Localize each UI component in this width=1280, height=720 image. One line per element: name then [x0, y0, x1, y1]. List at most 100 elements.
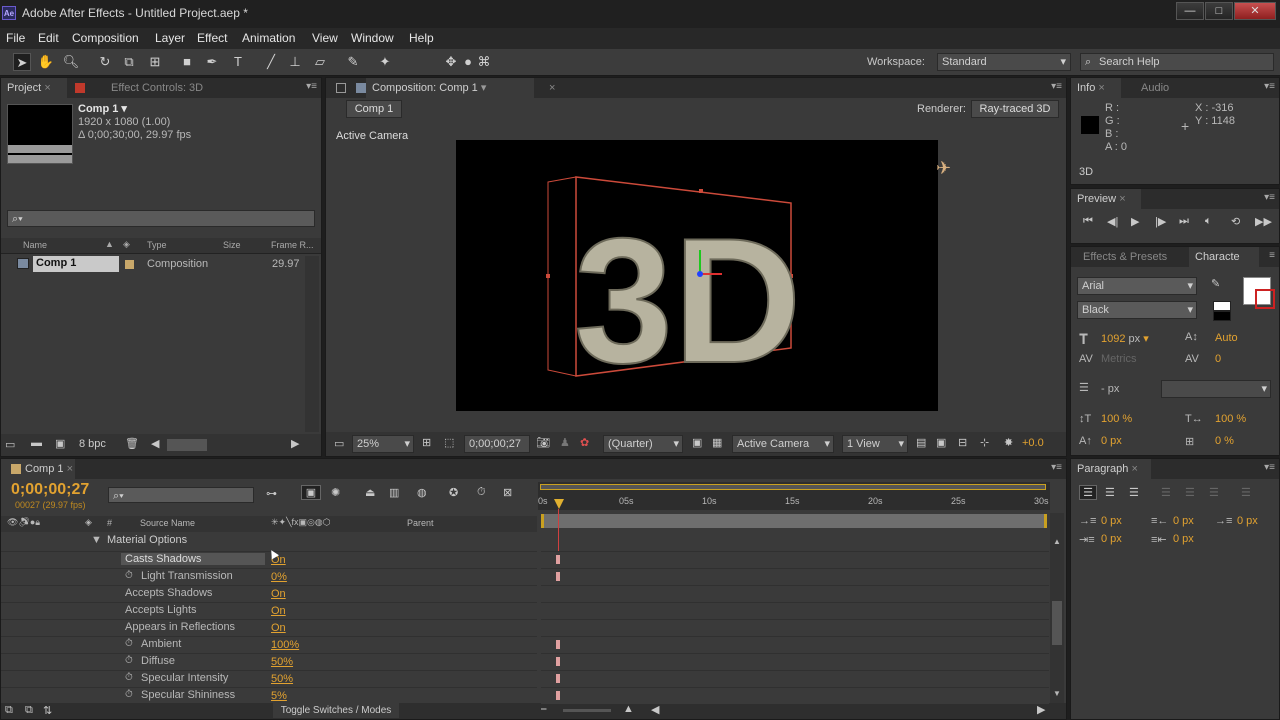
tab-effect-controls[interactable]: Effect Controls: 3D [105, 78, 203, 98]
property-row[interactable]: Accepts Lights On [1, 602, 537, 619]
property-value[interactable]: On [271, 622, 286, 634]
project-hscroll-thumb[interactable] [167, 439, 207, 451]
col-source-name[interactable]: Source Name [140, 518, 195, 528]
property-track[interactable] [541, 585, 1049, 602]
keyframe-icon[interactable] [556, 572, 560, 581]
tab-info[interactable]: Info × [1071, 78, 1121, 98]
panel-menu-icon[interactable]: ▾≡ [1264, 81, 1275, 92]
type-tool-icon[interactable]: T [229, 53, 247, 71]
layer-duration-bar[interactable] [541, 514, 1047, 528]
indent-right-value[interactable]: 0 px [1173, 515, 1194, 527]
property-value[interactable]: 0% [271, 571, 287, 583]
stopwatch-icon[interactable]: ⏱ [125, 638, 133, 649]
rectangle-tool-icon[interactable]: ■ [178, 53, 196, 71]
workspace-select[interactable]: Standard ▾ [937, 53, 1071, 71]
property-track[interactable] [541, 568, 1049, 585]
material-options-group[interactable]: Material Options [107, 534, 187, 546]
col-frame-rate[interactable]: Frame R... [271, 240, 314, 250]
tab-project[interactable]: Project × [1, 78, 67, 98]
project-item-name[interactable]: Comp 1 [33, 256, 119, 272]
property-track[interactable] [541, 551, 1049, 568]
font-family-select[interactable]: Arial ▾ [1077, 277, 1197, 295]
property-track[interactable] [541, 653, 1049, 670]
timeline-icon[interactable]: ⊟ [958, 436, 967, 449]
justify-last-left-icon[interactable]: ☰ [1161, 486, 1171, 499]
tab-audio[interactable]: Audio [1135, 78, 1169, 98]
property-value[interactable]: On [271, 605, 286, 617]
space-before-value[interactable]: 0 px [1101, 533, 1122, 545]
local-axis-icon[interactable]: ✥ [442, 53, 460, 71]
toggle-pixel-aspect-icon[interactable]: ▤ [916, 436, 926, 449]
property-value[interactable]: On [271, 588, 286, 600]
property-value[interactable]: 100% [271, 639, 299, 651]
panel-menu-icon[interactable]: ▾≡ [306, 81, 317, 92]
tab-effects-presets[interactable]: Effects & Presets [1077, 247, 1167, 267]
graph-editor-icon[interactable]: ⊠ [503, 486, 512, 499]
timeline-scroll-thumb[interactable] [1052, 601, 1062, 645]
scroll-down-icon[interactable]: ▼ [1053, 689, 1061, 698]
trash-icon[interactable]: 🗑︎ [125, 437, 139, 450]
fast-previews-icon[interactable]: ▣ [936, 436, 946, 449]
menu-help[interactable]: Help [409, 31, 434, 45]
exposure-value[interactable]: +0.0 [1022, 437, 1044, 449]
property-row[interactable]: ⏱ Light Transmission 0% [1, 568, 537, 585]
panel-menu-icon[interactable]: ▾≡ [1051, 81, 1062, 92]
in-out-icon[interactable]: ⇅ [43, 704, 52, 717]
menu-effect[interactable]: Effect [197, 31, 227, 45]
tsume-value[interactable]: 0 % [1215, 435, 1234, 447]
timeline-vscroll[interactable]: ▲ ▼ [1050, 513, 1064, 703]
menu-animation[interactable]: Animation [242, 31, 295, 45]
show-snapshot-icon[interactable]: ♟ [560, 436, 570, 449]
tab-character[interactable]: Characte [1189, 247, 1259, 267]
current-time-field[interactable]: 0;00;00;27 [464, 435, 530, 453]
stroke-style-select[interactable]: ▾ [1161, 380, 1271, 398]
shy-layers-icon[interactable]: ⏏ [365, 486, 375, 499]
new-comp-icon[interactable]: ▣ [55, 437, 65, 450]
property-row[interactable]: ⏱ Ambient 100% [1, 636, 537, 653]
eraser-tool-icon[interactable]: ▱ [311, 53, 329, 71]
first-frame-icon[interactable]: ⏮ [1083, 215, 1093, 228]
property-track[interactable] [541, 636, 1049, 653]
align-left-icon[interactable]: ☰ [1079, 485, 1097, 500]
view-layout-select[interactable]: 1 View ▾ [842, 435, 908, 453]
panel-menu-icon[interactable]: ▾≡ [1264, 462, 1275, 473]
toggle-switches-modes-button[interactable]: Toggle Switches / Modes [273, 703, 399, 718]
property-row[interactable]: ⏱ Specular Intensity 50% [1, 670, 537, 687]
minimize-button[interactable]: — [1176, 2, 1204, 20]
indent-first-value[interactable]: 0 px [1237, 515, 1258, 527]
reset-exposure-icon[interactable]: ✸ [1004, 436, 1013, 449]
text-layer-3d[interactable]: 3D [573, 200, 803, 401]
mini-flowchart-icon[interactable]: ⊶ [266, 487, 277, 500]
channel-rgb-icon[interactable]: ✿ [580, 436, 589, 449]
white-swatch[interactable] [1213, 301, 1231, 311]
stroke-width-value[interactable]: - px [1101, 383, 1119, 395]
col-parent[interactable]: Parent [407, 518, 434, 528]
flowchart-icon[interactable]: ⊹ [980, 436, 989, 449]
property-track[interactable] [541, 602, 1049, 619]
roto-brush-icon[interactable]: ✎ [344, 53, 362, 71]
baseline-shift-value[interactable]: 0 px [1101, 435, 1122, 447]
stroke-color-swatch[interactable] [1255, 289, 1275, 309]
property-row[interactable]: ⏱ Specular Shininess 5% [1, 687, 537, 704]
keyframe-icon[interactable] [556, 674, 560, 683]
play-icon[interactable]: ▶ [1131, 215, 1139, 228]
menu-view[interactable]: View [312, 31, 338, 45]
bpc-toggle[interactable]: 8 bpc [79, 438, 106, 450]
motion-blur-icon[interactable]: ◍ [417, 486, 427, 499]
stopwatch-icon[interactable]: ⏱ [125, 672, 133, 683]
col-size[interactable]: Size [223, 240, 241, 250]
vertical-scale-value[interactable]: 100 % [1101, 413, 1132, 425]
stopwatch-icon[interactable]: ⏱ [125, 655, 133, 666]
property-value[interactable]: 5% [271, 690, 287, 702]
last-frame-icon[interactable]: ⏭ [1179, 215, 1189, 228]
keyframe-icon[interactable] [556, 691, 560, 700]
scroll-right-icon[interactable]: ▶ [291, 437, 299, 450]
current-time-display[interactable]: 0;00;00;27 [11, 481, 89, 499]
align-right-icon[interactable]: ☰ [1129, 486, 1139, 499]
camera-view-select[interactable]: Active Camera ▾ [732, 435, 834, 453]
col-name[interactable]: Name [23, 240, 47, 250]
keyframe-icon[interactable] [556, 555, 560, 564]
project-search-input[interactable]: ⌕▾ [7, 210, 315, 227]
panel-menu-icon[interactable]: ▾≡ [1051, 462, 1062, 473]
scroll-left-icon[interactable]: ◀ [651, 703, 659, 716]
